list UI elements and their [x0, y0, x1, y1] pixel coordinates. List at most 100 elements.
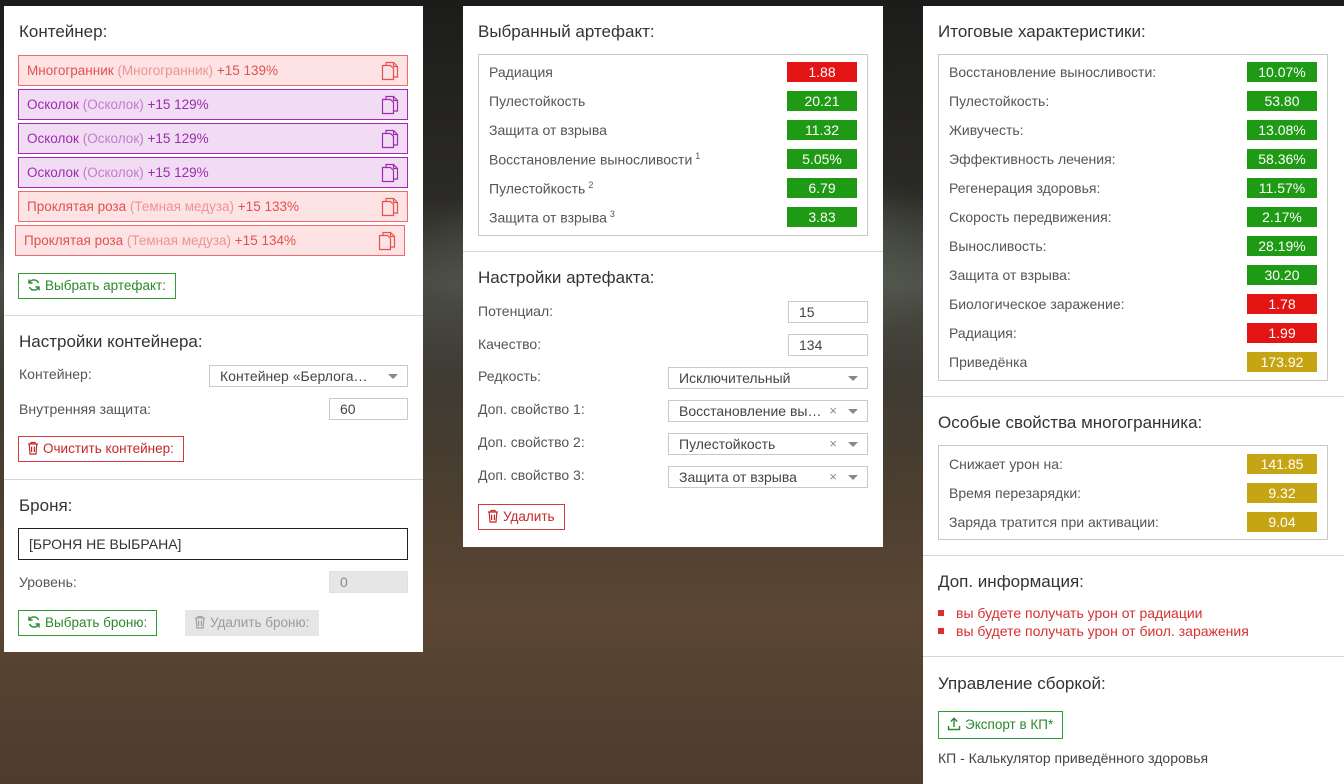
stat-value: 20.21 — [787, 91, 857, 111]
stat-row: Биологическое заражение: 1.78 — [949, 294, 1317, 314]
stat-row: Восстановление выносливости 1 5.05% — [489, 149, 857, 169]
potential-input[interactable]: 15 — [788, 301, 868, 323]
armor-field[interactable]: [БРОНЯ НЕ ВЫБРАНА] — [18, 528, 408, 560]
artifact-name: Осколок — [27, 97, 79, 112]
container-item[interactable]: Осколок (Осколок) +15 129% — [18, 157, 408, 188]
extra3-select[interactable]: Защита от взрыва × — [668, 466, 868, 488]
stat-label: Приведёнка — [949, 354, 1027, 370]
delete-artifact-button[interactable]: Удалить — [478, 504, 565, 530]
stat-value: 141.85 — [1247, 454, 1317, 474]
rarity-select[interactable]: Исключительный — [668, 367, 868, 389]
stat-label-text: Скорость передвижения: — [949, 209, 1112, 225]
copy-icon[interactable] — [381, 95, 399, 115]
extra-info-title: Доп. информация: — [938, 572, 1084, 591]
stat-value: 1.78 — [1247, 294, 1317, 314]
container-select[interactable]: Контейнер «Берлога… — [209, 365, 408, 387]
chevron-down-icon — [388, 374, 398, 379]
copy-icon[interactable] — [381, 197, 399, 217]
stat-row: Радиация 1.88 — [489, 62, 857, 82]
copy-icon[interactable] — [381, 163, 399, 183]
container-item[interactable]: Осколок (Осколок) +15 129% — [18, 123, 408, 154]
extra3-select-value: Защита от взрыва — [679, 469, 797, 485]
clear-icon[interactable]: × — [829, 401, 837, 421]
stat-label: Пулестойкость 2 — [489, 180, 593, 197]
clear-icon[interactable]: × — [829, 434, 837, 454]
artifact-name: Проклятая роза — [24, 233, 124, 248]
stat-row: Приведёнка 173.92 — [949, 352, 1317, 372]
stat-label: Защита от взрыва 3 — [489, 209, 615, 226]
stat-label-text: Приведёнка — [949, 354, 1028, 370]
refresh-icon — [28, 279, 40, 291]
extra1-select-value: Восстановление выносливости — [679, 403, 824, 419]
extra1-label: Доп. свойство 1: — [478, 401, 585, 417]
stat-label: Живучесть: — [949, 122, 1024, 138]
chevron-down-icon — [848, 475, 858, 480]
artifact-stats: +15 129% — [147, 165, 209, 180]
stat-label: Пулестойкость — [489, 93, 585, 109]
copy-icon[interactable] — [381, 61, 399, 81]
stat-label: Восстановление выносливости 1 — [489, 151, 700, 168]
stat-label-text: Восстановление выносливости: — [949, 64, 1157, 80]
special-title: Особые свойства многогранника: — [938, 413, 1203, 432]
stat-label: Пулестойкость: — [949, 93, 1049, 109]
selected-artifact-title: Выбранный артефакт: — [478, 22, 655, 41]
container-item[interactable]: Осколок (Осколок) +15 129% — [18, 89, 408, 120]
trash-icon — [28, 441, 38, 455]
stat-row: Пулестойкость 2 6.79 — [489, 178, 857, 198]
stat-label-text: Радиация — [489, 64, 553, 80]
copy-icon[interactable] — [378, 231, 396, 251]
warning-item: вы будете получать урон от радиации — [938, 605, 1202, 621]
container-panel: Контейнер: Многогранник (Многогранник) +… — [4, 6, 423, 652]
totals-title: Итоговые характеристики: — [938, 22, 1146, 41]
artifact-base: (Темная медуза) — [129, 199, 235, 214]
stat-label: Восстановление выносливости: — [949, 64, 1156, 80]
container-item[interactable]: Многогранник (Многогранник) +15 139% — [18, 55, 408, 86]
artifact-stats: +15 134% — [234, 233, 296, 248]
stat-value: 9.32 — [1247, 483, 1317, 503]
selected-artifact-stats: Радиация 1.88 Пулестойкость 20.21 Защита от … — [478, 54, 868, 236]
select-armor-button[interactable]: Выбрать броню: — [18, 610, 158, 636]
footnote-marker: 3 — [609, 209, 615, 219]
inner-protection-input[interactable]: 60 — [329, 398, 408, 420]
extra2-select[interactable]: Пулестойкость × — [668, 433, 868, 455]
chevron-down-icon — [848, 409, 858, 414]
extra2-select-value: Пулестойкость — [679, 436, 776, 452]
artifact-base: (Многогранник) — [117, 63, 214, 78]
container-item[interactable]: Проклятая роза (Темная медуза) +15 133% — [18, 191, 408, 222]
trash-icon — [195, 615, 205, 629]
copy-icon[interactable] — [381, 129, 399, 149]
extra1-select[interactable]: Восстановление выносливости × — [668, 400, 868, 422]
stat-value: 11.57% — [1247, 178, 1317, 198]
armor-level-label: Уровень: — [19, 574, 77, 590]
stat-value: 28.19% — [1247, 236, 1317, 256]
stat-value: 13.08% — [1247, 120, 1317, 140]
stat-row: Заряда тратится при активации: 9.04 — [949, 512, 1317, 532]
export-button[interactable]: Экспорт в КП* — [938, 711, 1064, 739]
select-artifact-label: Выбрать артефакт: — [45, 278, 166, 293]
build-footnote: КП - Калькулятор приведённого здоровья — [938, 750, 1209, 766]
container-settings-title: Настройки контейнера: — [19, 332, 203, 351]
stat-label-text: Время перезарядки: — [949, 485, 1082, 501]
stat-label: Биологическое заражение: — [949, 296, 1125, 312]
stat-label-text: Биологическое заражение: — [949, 296, 1125, 312]
stat-row: Защита от взрыва 11.32 — [489, 120, 857, 140]
stat-row: Регенерация здоровья: 11.57% — [949, 178, 1317, 198]
stat-row: Выносливость: 28.19% — [949, 236, 1317, 256]
armor-title: Броня: — [19, 496, 73, 515]
select-artifact-button[interactable]: Выбрать артефакт: — [18, 273, 176, 299]
artifact-base: (Темная медуза) — [126, 233, 232, 248]
extra3-label: Доп. свойство 3: — [478, 467, 585, 483]
container-item[interactable]: Проклятая роза (Темная медуза) +15 134% — [15, 225, 405, 256]
quality-input[interactable]: 134 — [788, 334, 868, 356]
stat-value: 53.80 — [1247, 91, 1317, 111]
delete-artifact-label: Удалить — [503, 509, 555, 524]
clear-icon[interactable]: × — [829, 467, 837, 487]
footnote-marker: 2 — [588, 180, 594, 190]
clear-container-button[interactable]: Очистить контейнер: — [18, 436, 184, 462]
stat-label: Заряда тратится при активации: — [949, 514, 1159, 530]
stat-row: Время перезарядки: 9.32 — [949, 483, 1317, 503]
build-title: Управление сборкой: — [938, 674, 1106, 693]
stat-label-text: Пулестойкость: — [949, 93, 1050, 109]
artifact-stats: +15 133% — [237, 199, 299, 214]
stat-label-text: Выносливость: — [949, 238, 1047, 254]
